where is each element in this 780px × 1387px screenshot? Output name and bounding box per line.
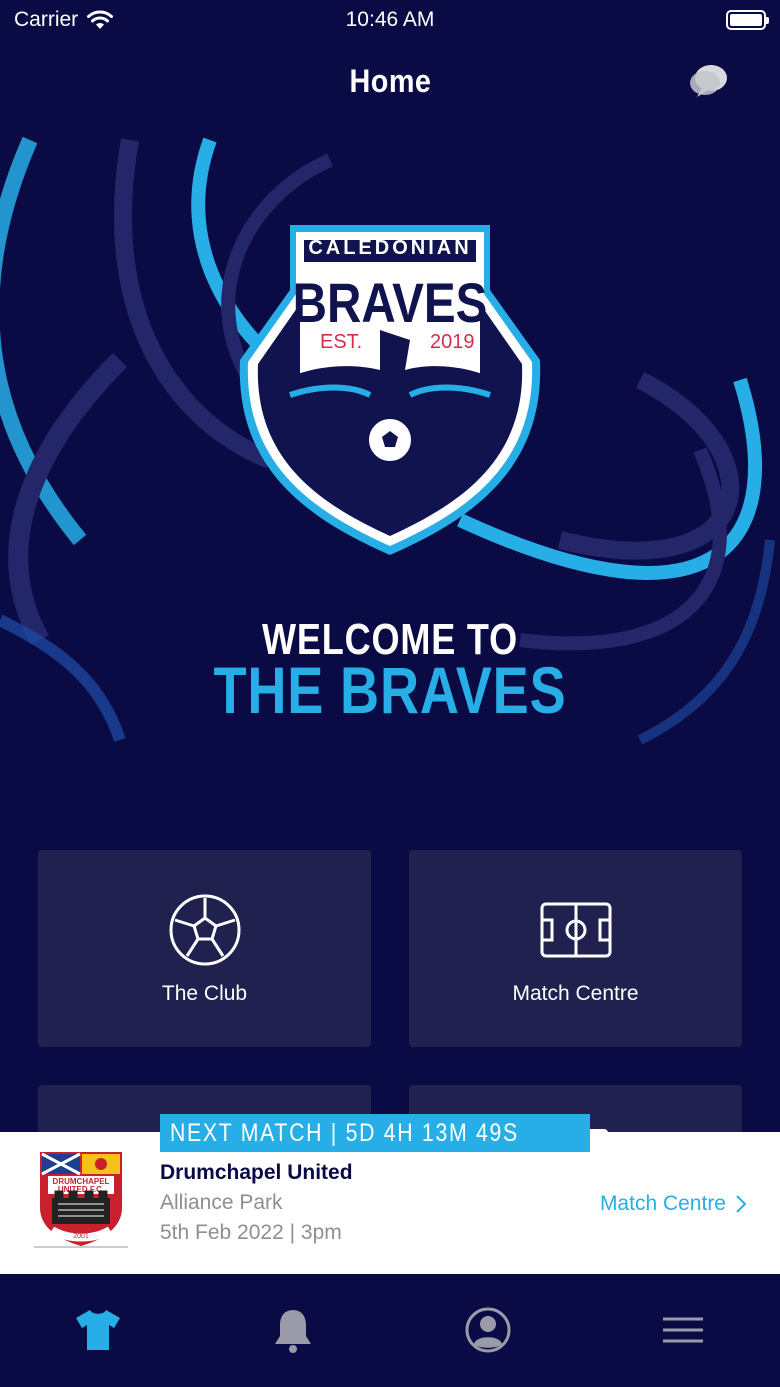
- countdown-text: NEXT MATCH | 5D 4H 13M 49S: [170, 1118, 519, 1147]
- tab-bar: [0, 1274, 780, 1387]
- tab-profile[interactable]: [428, 1306, 548, 1354]
- shirt-icon: [75, 1310, 120, 1350]
- opponent-crest-text-2: UNITED F.C.: [58, 1185, 104, 1194]
- chat-icon[interactable]: [688, 62, 730, 102]
- tile-label: Match Centre: [512, 981, 639, 1005]
- match-datetime: 5th Feb 2022 | 3pm: [160, 1221, 342, 1244]
- opponent-name: Drumchapel United: [160, 1161, 353, 1184]
- carrier-label: Carrier: [14, 8, 79, 31]
- next-match-card[interactable]: DRUMCHAPEL UNITED F.C. 2001 Drumchapel U…: [0, 1132, 780, 1274]
- match-centre-link-label: Match Centre: [599, 1192, 726, 1215]
- chevron-right-icon: [736, 1195, 746, 1213]
- tab-notifications[interactable]: [233, 1306, 353, 1354]
- profile-icon: [465, 1307, 510, 1353]
- status-time: 10:46 AM: [345, 8, 435, 31]
- tab-home[interactable]: [38, 1306, 158, 1354]
- crest-top-text: CALEDONIAN: [308, 237, 471, 259]
- match-venue: Alliance Park: [160, 1191, 283, 1214]
- opponent-crest-year: 2001: [73, 1233, 89, 1240]
- match-centre-link[interactable]: Match Centre: [600, 1192, 746, 1216]
- opponent-crest-logo: DRUMCHAPEL UNITED F.C. 2001: [34, 1152, 128, 1248]
- page-title: Home: [349, 62, 431, 99]
- wifi-icon: [87, 10, 114, 29]
- crest-est-text: EST.: [320, 331, 362, 353]
- next-match-countdown-badge: NEXT MATCH | 5D 4H 13M 49S: [160, 1114, 591, 1152]
- bell-icon: [274, 1310, 311, 1353]
- pitch-icon: [540, 902, 611, 957]
- tile-the-club[interactable]: The Club: [38, 850, 371, 1047]
- tagline-text: THE BRAVES: [213, 653, 567, 727]
- club-crest-logo: CALEDONIAN BRAVES EST. 2019: [239, 225, 541, 555]
- tile-match-centre[interactable]: Match Centre: [409, 850, 742, 1047]
- tile-label: The Club: [161, 981, 248, 1005]
- hero-banner: CALEDONIAN BRAVES EST. 2019 WELCOME TO T…: [0, 120, 780, 830]
- crest-year-text: 2019: [430, 331, 475, 353]
- battery-icon: [726, 10, 769, 30]
- nav-header: Home: [0, 48, 780, 114]
- football-icon: [169, 894, 240, 965]
- status-left: Carrier: [14, 8, 114, 32]
- status-bar: Carrier 10:46 AM: [0, 0, 780, 40]
- tab-menu[interactable]: [623, 1306, 743, 1354]
- crest-name-text: BRAVES: [293, 272, 488, 334]
- menu-icon: [662, 1317, 703, 1343]
